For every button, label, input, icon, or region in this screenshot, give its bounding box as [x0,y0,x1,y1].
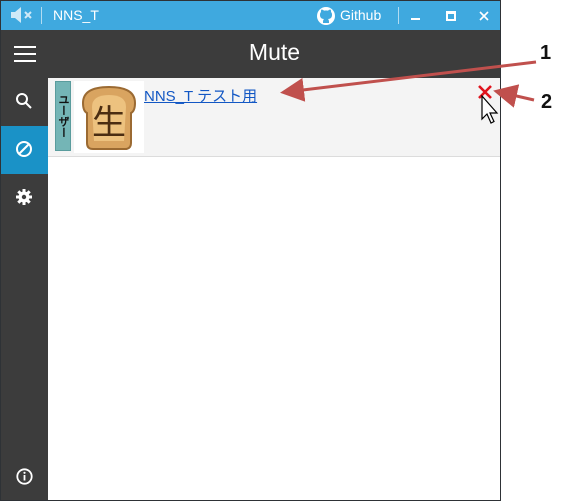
hamburger-menu-icon[interactable] [14,45,36,63]
close-window-button[interactable] [467,1,501,30]
block-icon [16,141,32,157]
mute-list: ユーザー 生 NNS_T テスト用 [48,78,500,500]
search-icon [16,93,32,109]
close-icon [479,11,489,21]
nav-settings[interactable] [1,174,48,222]
mute-speaker-icon [11,7,32,23]
annotation-label-2: 2 [541,91,553,113]
title-separator [41,7,42,24]
maximize-icon [446,11,456,21]
avatar-glyph: 生 [92,103,126,143]
title-bar[interactable]: NNS_T Github [1,1,500,30]
minimize-button[interactable] [399,1,433,30]
page-title: Mute [248,39,301,65]
annotation-arrow-2 [493,84,535,108]
list-item: ユーザー 生 NNS_T テスト用 [48,78,500,157]
gear-icon [16,189,32,205]
maximize-button[interactable] [433,1,467,30]
nav-search[interactable] [1,78,48,126]
header-bar: Mute [1,30,500,78]
sidebar [1,78,48,500]
minimize-icon [411,18,420,20]
window-title: NNS_T [53,7,99,23]
app-window: NNS_T Github Mute ユーザー 生 NNS_T テスト用 [0,0,501,501]
info-icon[interactable] [16,468,33,485]
annotation-label-1: 1 [540,42,552,64]
mouse-cursor-icon [481,95,499,124]
user-type-badge: ユーザー [55,81,71,151]
nav-mute[interactable] [1,126,48,174]
github-link[interactable]: Github [340,7,381,23]
user-name-link[interactable]: NNS_T テスト用 [144,85,257,106]
user-avatar[interactable]: 生 [74,81,144,153]
github-icon[interactable] [316,6,336,26]
